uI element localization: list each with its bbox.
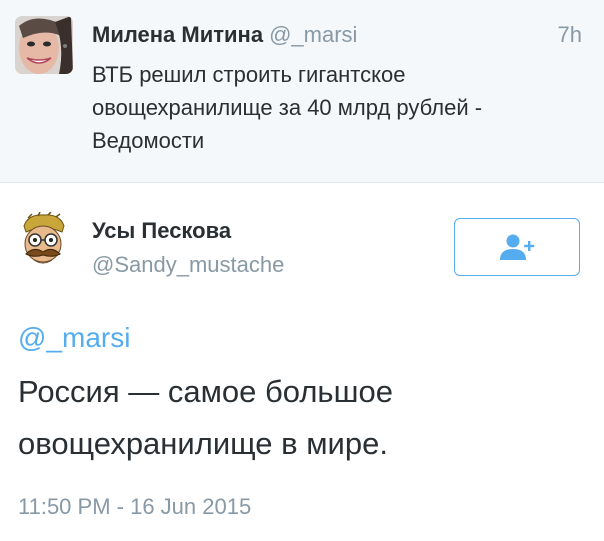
avatar[interactable] (15, 16, 73, 74)
tweet-timestamp[interactable]: 11:50 PM - 16 Jun 2015 (18, 494, 251, 520)
follow-button[interactable] (454, 218, 580, 276)
context-tweet-header: Милена Митина @_marsi 7h (92, 22, 582, 52)
mention-link[interactable]: @_marsi (18, 322, 130, 354)
context-text-line: овощехранилище за 40 млрд рублей - (92, 95, 483, 120)
cartoon-face-icon (23, 211, 65, 264)
author-name[interactable]: Милена Митина (92, 22, 263, 47)
context-tweet-text: ВТБ решил строить гигантское овощехранил… (92, 58, 592, 157)
tweet-text-line: овощехранилище в мире. (18, 426, 388, 461)
tweet-text: Россия — самое большое овощехранилище в … (18, 366, 588, 470)
avatar[interactable] (18, 211, 68, 270)
author-name[interactable]: Усы Пескова (92, 218, 231, 244)
tweet-time[interactable]: 7h (558, 22, 582, 48)
tweet-text-line: Россия — самое большое (18, 374, 393, 409)
in-reply-to-tweet[interactable]: Милена Митина @_marsi 7h ВТБ решил строит… (0, 0, 604, 183)
add-user-icon (500, 234, 535, 260)
avatar-photo-icon (15, 16, 73, 74)
author-handle[interactable]: @Sandy_mustache (92, 252, 284, 278)
author-handle[interactable]: @_marsi (269, 22, 357, 47)
context-text-line: Ведомости (92, 128, 205, 153)
context-text-line: ВТБ решил строить гигантское (92, 62, 406, 87)
